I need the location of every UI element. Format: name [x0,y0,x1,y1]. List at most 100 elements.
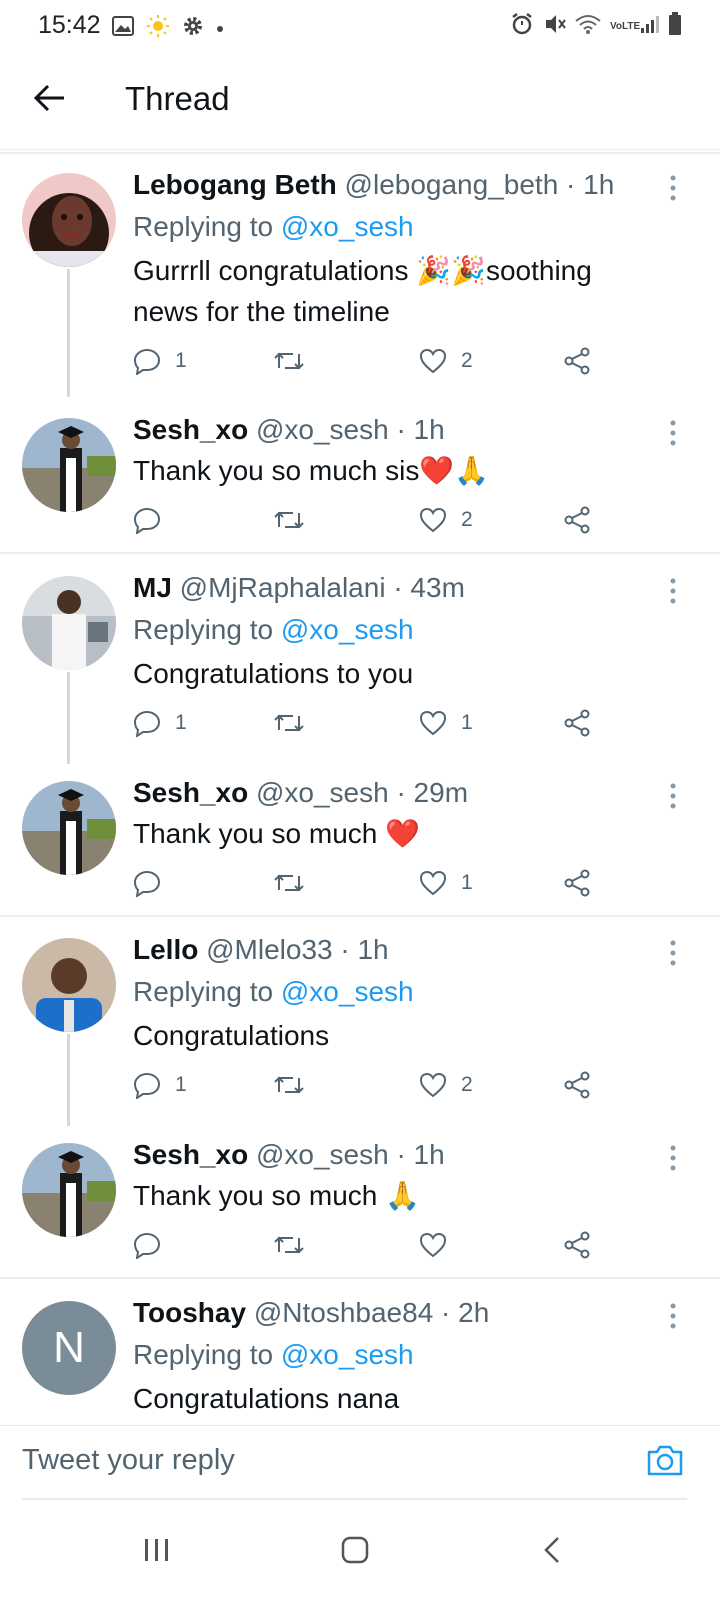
reply-button[interactable]: 1 [133,341,187,381]
tweet-header: Sesh_xo @xo_sesh · 1h [133,414,445,446]
author-name[interactable]: Sesh_xo [133,1139,248,1170]
like-button[interactable] [419,1225,461,1265]
thread-line [67,672,70,764]
recent-apps-button[interactable] [127,1520,187,1580]
reply-button[interactable] [133,500,175,540]
thread-feed[interactable]: Lebogang Beth @lebogang_beth · 1h Replyi… [0,155,720,1425]
more-options-icon[interactable] [668,940,678,966]
system-nav-bar [0,1500,720,1600]
avatar[interactable] [22,938,116,1032]
like-button[interactable]: 2 [419,1065,473,1105]
like-count: 2 [461,349,473,372]
reply-icon [133,1232,161,1259]
share-button[interactable] [563,1225,591,1265]
tweet-actions [133,1225,603,1265]
reply-input[interactable]: Tweet your reply [22,1444,235,1477]
tweet-text: Thank you so much 🙏 [133,1180,420,1211]
share-button[interactable] [563,341,591,381]
like-count: 2 [461,1073,473,1096]
retweet-button[interactable] [273,703,319,743]
mention-link[interactable]: @xo_sesh [281,976,414,1007]
retweet-button[interactable] [273,1065,319,1105]
replying-prefix: Replying to [133,1339,281,1370]
tweet-actions: 1 [133,863,603,903]
more-options-icon[interactable] [668,175,678,201]
avatar[interactable] [22,1143,116,1237]
heart-icon [419,1072,447,1098]
like-button[interactable]: 2 [419,341,473,381]
tweet[interactable]: Sesh_xo @xo_sesh · 1h Thank you so much … [0,1125,720,1277]
avatar[interactable] [22,418,116,512]
reply-icon [133,870,161,897]
retweet-button[interactable] [273,500,319,540]
back-button[interactable] [30,78,70,118]
camera-button[interactable] [645,1442,685,1482]
tweet[interactable]: Sesh_xo @xo_sesh · 1h Thank you so much … [0,400,720,552]
divider [0,1277,720,1279]
avatar[interactable]: N [22,1301,116,1395]
author-name[interactable]: Lello [133,934,198,965]
nav-back-button[interactable] [522,1520,582,1580]
mention-link[interactable]: @xo_sesh [281,1339,414,1370]
more-options-icon[interactable] [668,783,678,809]
camera-icon [647,1445,683,1476]
tweet[interactable]: N Tooshay @Ntoshbae84 · 2h Replying to @… [0,1283,720,1425]
share-button[interactable] [563,863,591,903]
divider [0,915,720,917]
retweet-button[interactable] [273,1225,319,1265]
tweet[interactable]: Lello @Mlelo33 · 1h Replying to @xo_sesh… [0,920,720,1126]
avatar[interactable] [22,781,116,875]
share-icon [564,506,590,534]
tweet[interactable]: MJ @MjRaphalalani · 43m Replying to @xo_… [0,558,720,764]
reply-button[interactable] [133,863,175,903]
more-options-icon[interactable] [668,578,678,604]
retweet-button[interactable] [273,863,319,903]
tweet[interactable]: Lebogang Beth @lebogang_beth · 1h Replyi… [0,155,720,397]
heart-icon [419,507,447,533]
like-button[interactable]: 2 [419,500,473,540]
tweet-header: Sesh_xo @xo_sesh · 1h [133,1139,445,1171]
author-handle-time: @MjRaphalalani · 43m [171,572,465,603]
like-button[interactable]: 1 [419,703,473,743]
retweet-icon [274,874,304,892]
tweet-text: Congratulations nana [133,1383,400,1414]
replying-to: Replying to @xo_sesh [133,211,414,243]
author-handle-time: @Ntoshbae84 · 2h [246,1297,490,1328]
status-time: 15:42 [38,11,101,39]
avatar[interactable] [22,173,116,267]
status-left-icons [112,14,224,43]
mention-link[interactable]: @xo_sesh [281,614,414,645]
page-title: Thread [125,80,230,117]
reply-count: 1 [175,349,187,372]
author-name[interactable]: MJ [133,572,172,603]
retweet-icon [274,1076,304,1094]
avatar[interactable] [22,576,116,670]
more-options-icon[interactable] [668,1303,678,1329]
more-options-icon[interactable] [668,1145,678,1171]
author-name[interactable]: Tooshay [133,1297,246,1328]
volte-icon: VoLTE [610,20,641,32]
share-button[interactable] [563,703,591,743]
tweet-text: Thank you so much ❤️ [133,818,420,849]
author-name[interactable]: Lebogang Beth [133,169,337,200]
share-button[interactable] [563,500,591,540]
reply-button[interactable]: 1 [133,703,187,743]
thread-line [67,1034,70,1126]
like-button[interactable]: 1 [419,863,473,903]
mention-link[interactable]: @xo_sesh [281,211,414,242]
status-right-icons: VoLTE [510,12,682,41]
home-button[interactable] [325,1520,385,1580]
tweet[interactable]: Sesh_xo @xo_sesh · 29m Thank you so much… [0,763,720,915]
reply-icon [133,1072,161,1099]
retweet-button[interactable] [273,341,319,381]
vibrate-icon [542,12,566,41]
reply-button[interactable]: 1 [133,1065,187,1105]
retweet-icon [274,352,304,370]
like-count: 1 [461,711,473,734]
author-name[interactable]: Sesh_xo [133,777,248,808]
reply-button[interactable] [133,1225,175,1265]
author-name[interactable]: Sesh_xo [133,414,248,445]
share-button[interactable] [563,1065,591,1105]
more-options-icon[interactable] [668,420,678,446]
share-icon [564,1231,590,1259]
